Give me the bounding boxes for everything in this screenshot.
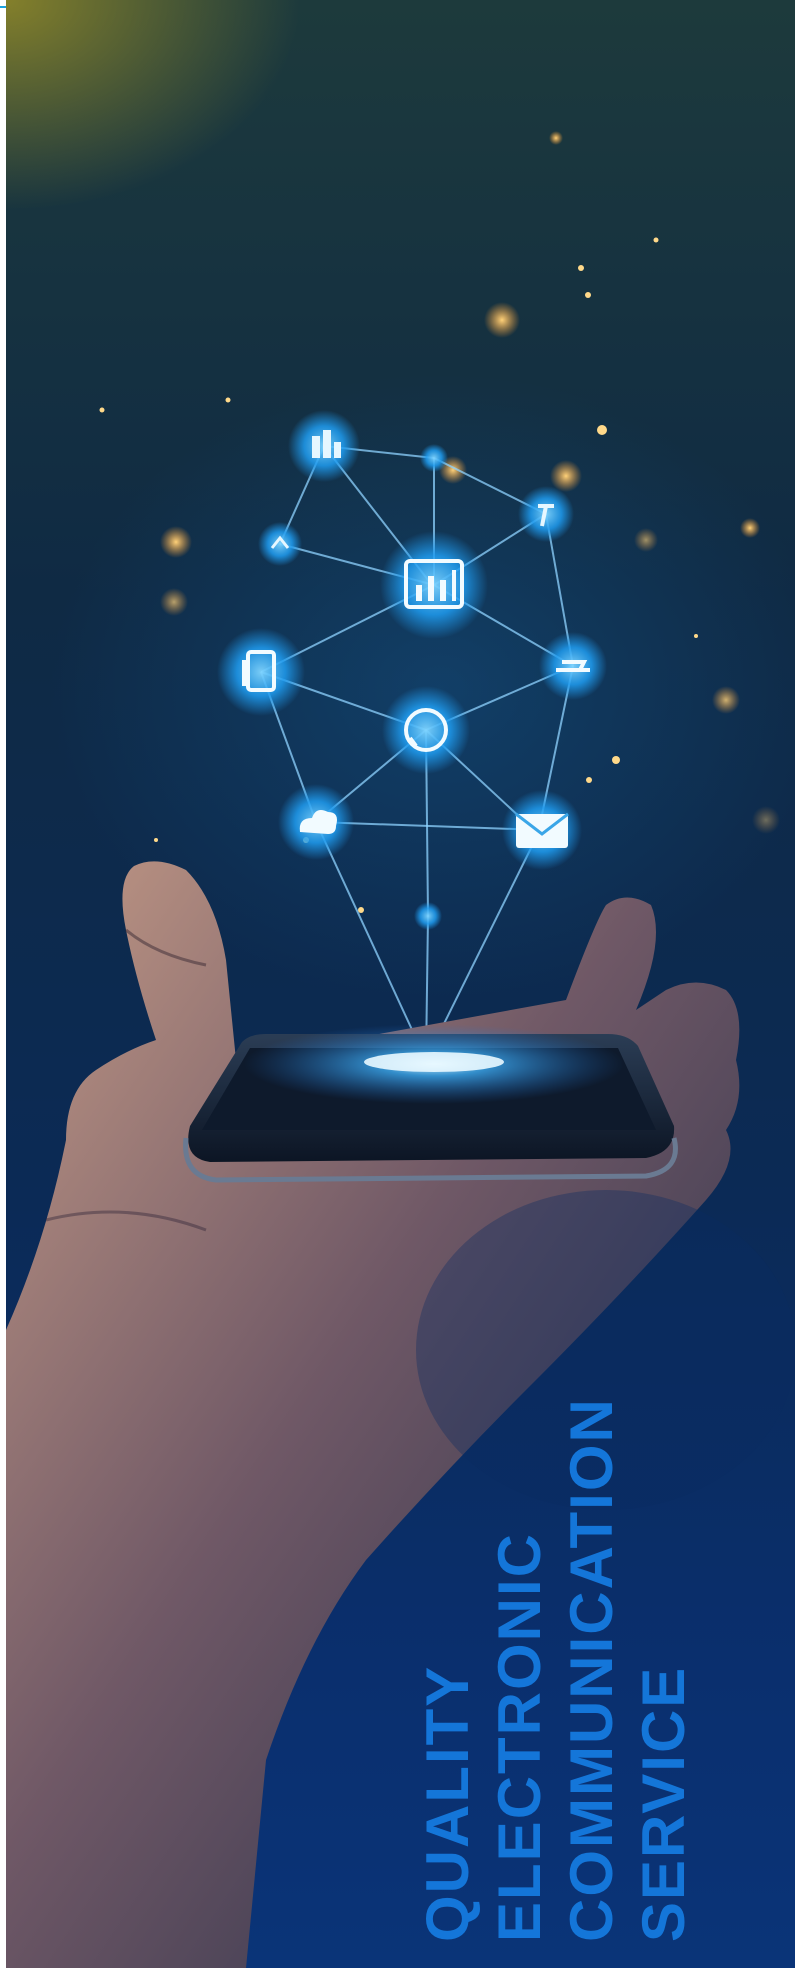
tagline-line-communication: COMMUNICATION (558, 1397, 625, 1942)
support-icon (382, 686, 470, 774)
page: QUALITY ELECTRONIC COMMUNICATION SERVICE (0, 0, 795, 1968)
small-dot-node (420, 444, 448, 472)
cart-icon (539, 632, 607, 700)
building-icon (288, 410, 360, 482)
network-nodes (217, 410, 607, 930)
tagline-line-electronic: ELECTRONIC (486, 1532, 553, 1942)
tagline: QUALITY ELECTRONIC COMMUNICATION SERVICE (414, 1330, 697, 1942)
mail-icon (502, 790, 582, 870)
tagline-line-service: SERVICE (630, 1665, 697, 1942)
chart-icon (380, 531, 488, 639)
tablet-icon (217, 628, 305, 716)
bottom-dot-node (414, 902, 442, 930)
tagline-line-quality: QUALITY (414, 1664, 481, 1942)
bokeh-lights (99, 131, 780, 913)
cloud-icon (278, 784, 354, 860)
hammer-icon (518, 486, 574, 542)
smartphone (183, 1024, 678, 1183)
tag-icon (258, 522, 302, 566)
hero-image: QUALITY ELECTRONIC COMMUNICATION SERVICE (6, 0, 795, 1968)
